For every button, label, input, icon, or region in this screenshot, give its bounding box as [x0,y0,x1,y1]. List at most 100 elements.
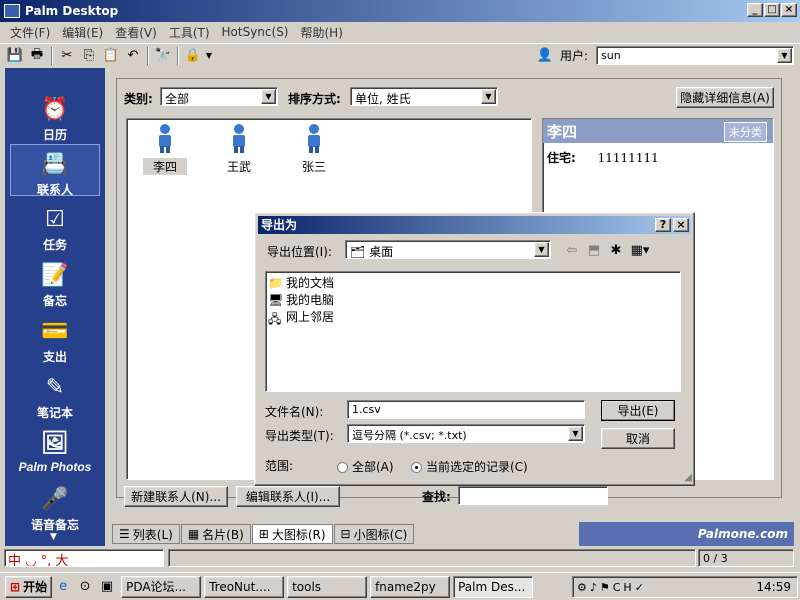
export-button[interactable]: 导出(E) [601,400,675,421]
minimize-button[interactable]: _ [747,3,763,17]
chevron-down-icon[interactable]: ▼ [481,89,496,104]
help-button[interactable]: ? [655,218,671,232]
user-label: 用户: [560,49,589,63]
find-input[interactable] [458,486,608,505]
chevron-down-icon[interactable]: ▼ [568,426,583,441]
ie-icon[interactable]: e [52,577,74,597]
back-icon[interactable]: ⇦ [561,240,583,260]
contact-card[interactable]: 张三 [292,123,336,175]
sidebar-item-contacts[interactable]: 📇 联系人 [10,144,100,197]
filename-field[interactable]: 1.csv [347,400,585,419]
chevron-down-icon[interactable]: ▼ [261,89,276,104]
filetype-select[interactable]: 逗号分隔 (*.csv; *.txt) ▼ [347,424,585,443]
hide-details-button[interactable]: 隐藏详细信息(A) [676,87,774,108]
ime-text: 中 ◡ °, 大 [8,554,69,567]
chevron-down-icon[interactable]: ▼ [777,48,792,63]
list-item[interactable]: 🖥 我的电脑 [268,291,334,308]
sidebar-item-voice-memo[interactable]: 🎤 语音备忘 [10,480,100,533]
tab-list[interactable]: ☰ 列表(L) [112,524,180,544]
sidebar-scroll-down-icon[interactable]: ▼ [50,532,57,542]
category-badge[interactable]: 未分类 [724,122,767,142]
export-dialog: 导出为 ? × 导出位置(I): 🗂 桌面 ▼ ⇦ ⬒ ✱ ▦▾ 📁 我的文档 🖥… [254,212,695,486]
category-select[interactable]: 全部 ▼ [160,87,278,106]
print-icon[interactable]: 🖶 [26,46,48,66]
detail-field-label: 住宅: [547,151,576,165]
taskbar-item[interactable]: fname2py [370,575,451,598]
taskbar-item[interactable]: PDA论坛... [121,575,202,598]
sidebar-item-notepad[interactable]: ✎ 笔记本 [10,368,100,421]
tab-small-icons[interactable]: ⊟ 小图标(C) [333,524,415,544]
sidebar-item-expense[interactable]: 💳 支出 [10,312,100,365]
edit-contact-button[interactable]: 编辑联系人(I)... [236,486,340,507]
chevron-down-icon[interactable]: ▼ [204,46,214,66]
category-label: 类别: [124,92,153,106]
cancel-button[interactable]: 取消 [601,428,675,449]
menu-hotsync[interactable]: HotSync(S) [222,25,289,39]
find-label: 查找: [422,490,451,504]
paste-icon[interactable]: 📋 [100,46,122,66]
expense-icon: 💳 [41,318,69,344]
resize-grip-icon[interactable]: ◢ [684,472,692,483]
menu-edit[interactable]: 编辑(E) [62,24,103,41]
tray-icons[interactable]: ⚙♪⚑CH✓ [573,581,647,594]
contact-card[interactable]: 李四 [143,123,187,175]
sidebar-item-calendar[interactable]: ⏰ 日历 [10,90,100,143]
sidebar-item-label: 联系人 [36,183,73,197]
lock-icon[interactable]: 🔒 [182,46,204,66]
sort-value: 单位, 姓氏 [355,92,411,106]
start-button[interactable]: ⊞ 开始 [5,575,53,598]
window-title: Palm Desktop [25,4,119,18]
sidebar-item-photos[interactable]: 🖼 Palm Photos [10,424,100,476]
view-menu-icon[interactable]: ▦▾ [629,240,651,260]
ime-toolbar[interactable]: 中 ◡ °, 大 [4,549,164,567]
location-value: 桌面 [369,245,394,259]
location-select[interactable]: 🗂 桌面 ▼ [345,240,551,259]
copy-icon[interactable]: ⎘ [78,46,100,66]
status-bar: 中 ◡ °, 大 0 / 3 [0,547,800,569]
new-contact-button[interactable]: 新建联系人(N)... [124,486,228,507]
contacts-icon: 📇 [41,151,69,177]
app-sidebar: ⏰ 日历 📇 联系人 ☑ 任务 📝 备忘 💳 支出 ✎ 笔记本 🖼 Palm P… [5,68,105,546]
dialog-close-button[interactable]: × [673,218,689,232]
taskbar-item-active[interactable]: Palm Des... [453,575,534,598]
show-desktop-icon[interactable]: ▣ [96,577,118,597]
small-icon-view-icon: ⊟ [340,527,351,541]
taskbar-item[interactable]: TreoNut.... [204,575,285,598]
windows-logo-icon: ⊞ [10,579,21,594]
taskbar-item[interactable]: tools [287,575,368,598]
contact-card[interactable]: 王武 [217,123,261,175]
tab-large-icons[interactable]: ⊞ 大图标(R) [251,524,333,544]
user-select[interactable]: sun ▼ [596,46,794,65]
menu-file[interactable]: 文件(F) [10,24,50,41]
range-selected-radio[interactable]: 当前选定的记录(C) [411,458,528,475]
filetype-value: 逗号分隔 (*.csv; *.txt) [352,429,467,442]
user-icon: 👤 [536,47,554,63]
menu-tools[interactable]: 工具(T) [169,24,210,41]
new-folder-icon[interactable]: ✱ [605,240,627,260]
tab-business-card[interactable]: ▦ 名片(B) [180,524,251,544]
file-list: 📁 我的文档 🖥 我的电脑 🖧 网上邻居 [265,271,681,392]
network-places-icon: 🖧 [268,311,282,326]
find-binoculars-icon[interactable]: 🔭 [152,46,174,66]
undo-icon[interactable]: ↶ [122,46,144,66]
window-titlebar: Palm Desktop _ □ × [0,0,800,22]
list-item[interactable]: 🖧 网上邻居 [268,308,334,326]
chevron-down-icon[interactable]: ▼ [534,242,549,257]
save-icon[interactable]: 💾 [4,46,26,66]
menu-view[interactable]: 查看(V) [115,24,157,41]
sidebar-item-tasks[interactable]: ☑ 任务 [10,200,100,253]
menu-help[interactable]: 帮助(H) [301,24,343,41]
sidebar-item-memo[interactable]: 📝 备忘 [10,256,100,309]
palmone-brand: Palmone.com [579,522,794,546]
outlook-icon[interactable]: ⊙ [74,577,96,597]
range-label: 范围: [265,459,294,473]
up-folder-icon[interactable]: ⬒ [583,240,605,260]
dialog-titlebar: 导出为 ? × [258,216,691,234]
category-value: 全部 [165,92,190,106]
cut-icon[interactable]: ✂ [56,46,78,66]
range-all-radio[interactable]: 全部(A) [337,458,394,475]
maximize-button[interactable]: □ [764,3,780,17]
list-item[interactable]: 📁 我的文档 [268,274,334,291]
close-button[interactable]: × [781,3,797,17]
sort-select[interactable]: 单位, 姓氏 ▼ [350,87,498,106]
